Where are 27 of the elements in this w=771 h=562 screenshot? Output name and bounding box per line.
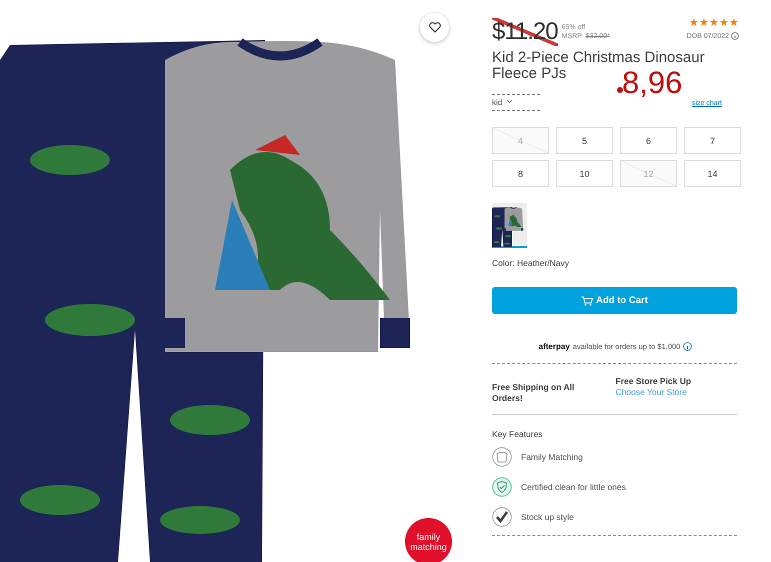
feature-text: Family Matching [521,452,583,462]
shield-check-icon [492,476,512,496]
shipping-text: Free Shipping on All Orders! [492,382,576,404]
checkmark-icon [492,506,512,526]
color-label: Color: Heather/Navy [492,258,570,268]
size-option[interactable]: 14 [684,160,741,187]
feature-text: Stock up style [521,512,574,522]
heart-icon [428,22,440,33]
afterpay-logo: afterpay [538,342,570,351]
favorite-button[interactable] [420,13,449,42]
cart-icon [581,296,594,306]
chevron-down-icon [506,98,514,105]
family-matching-badge: family matching [405,518,452,562]
size-option[interactable]: 7 [684,127,741,154]
key-features-heading: Key Features [492,429,544,439]
star-rating: ★★★★★ [689,18,739,29]
size-option[interactable]: 10 [556,160,613,187]
shirts-icon [492,446,512,466]
size-option[interactable]: 5 [556,127,613,154]
size-option[interactable]: 6 [620,127,677,154]
annotation-dot [617,87,623,93]
size-option[interactable]: 8 [492,160,549,187]
info-icon[interactable] [683,342,692,351]
size-type-dropdown[interactable]: kid [492,94,540,111]
pickup-title: Free Store Pick Up [616,376,692,387]
feature-text: Certified clean for little ones [521,482,626,492]
info-icon[interactable] [731,32,739,40]
